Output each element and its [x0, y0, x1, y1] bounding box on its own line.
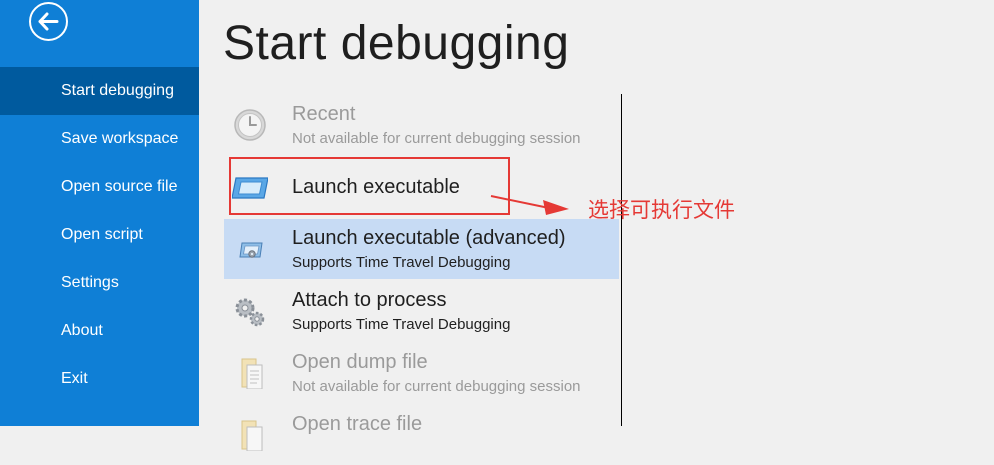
option-open-dump-file: Open dump file Not available for current… — [224, 343, 619, 403]
page-title: Start debugging — [223, 17, 570, 70]
annotation-arrow-icon — [490, 195, 569, 215]
option-title: Recent — [292, 103, 356, 125]
option-title: Attach to process — [292, 289, 447, 311]
clock-icon — [234, 109, 266, 141]
document-icon — [241, 358, 263, 389]
nav-about[interactable]: About — [0, 307, 199, 355]
nav-open-script[interactable]: Open script — [0, 211, 199, 259]
back-button[interactable] — [29, 2, 68, 41]
sidebar: Start debugging Save workspace Open sour… — [0, 0, 199, 426]
annotation-text: 选择可执行文件 — [588, 199, 735, 222]
nav-start-debugging[interactable]: Start debugging — [0, 67, 199, 115]
option-attach-to-process[interactable]: Attach to process Supports Time Travel D… — [224, 281, 619, 341]
nav-settings[interactable]: Settings — [0, 259, 199, 307]
option-launch-executable-advanced[interactable]: Launch executable (advanced) Supports Ti… — [224, 219, 619, 279]
annotation-highlight-box — [229, 157, 510, 215]
document-icon — [241, 420, 263, 451]
option-title: Open dump file — [292, 351, 428, 373]
back-arrow-icon — [38, 12, 59, 31]
vertical-divider — [621, 94, 622, 426]
option-recent: Recent Not available for current debuggi… — [224, 95, 619, 155]
option-title: Open trace file — [292, 413, 423, 435]
option-subtitle: Supports Time Travel Debugging — [292, 316, 511, 333]
option-subtitle: Not available for current debugging sess… — [292, 130, 581, 147]
nav-exit[interactable]: Exit — [0, 355, 199, 403]
gears-icon — [235, 298, 265, 327]
option-subtitle: Supports Time Travel Debugging — [292, 254, 511, 271]
option-title: Launch executable (advanced) — [292, 227, 566, 249]
nav-open-source-file[interactable]: Open source file — [0, 163, 199, 211]
option-open-trace-file: Open trace file — [224, 405, 619, 465]
nav-save-workspace[interactable]: Save workspace — [0, 115, 199, 163]
option-subtitle: Not available for current debugging sess… — [292, 378, 581, 395]
window-gear-icon — [239, 242, 263, 258]
